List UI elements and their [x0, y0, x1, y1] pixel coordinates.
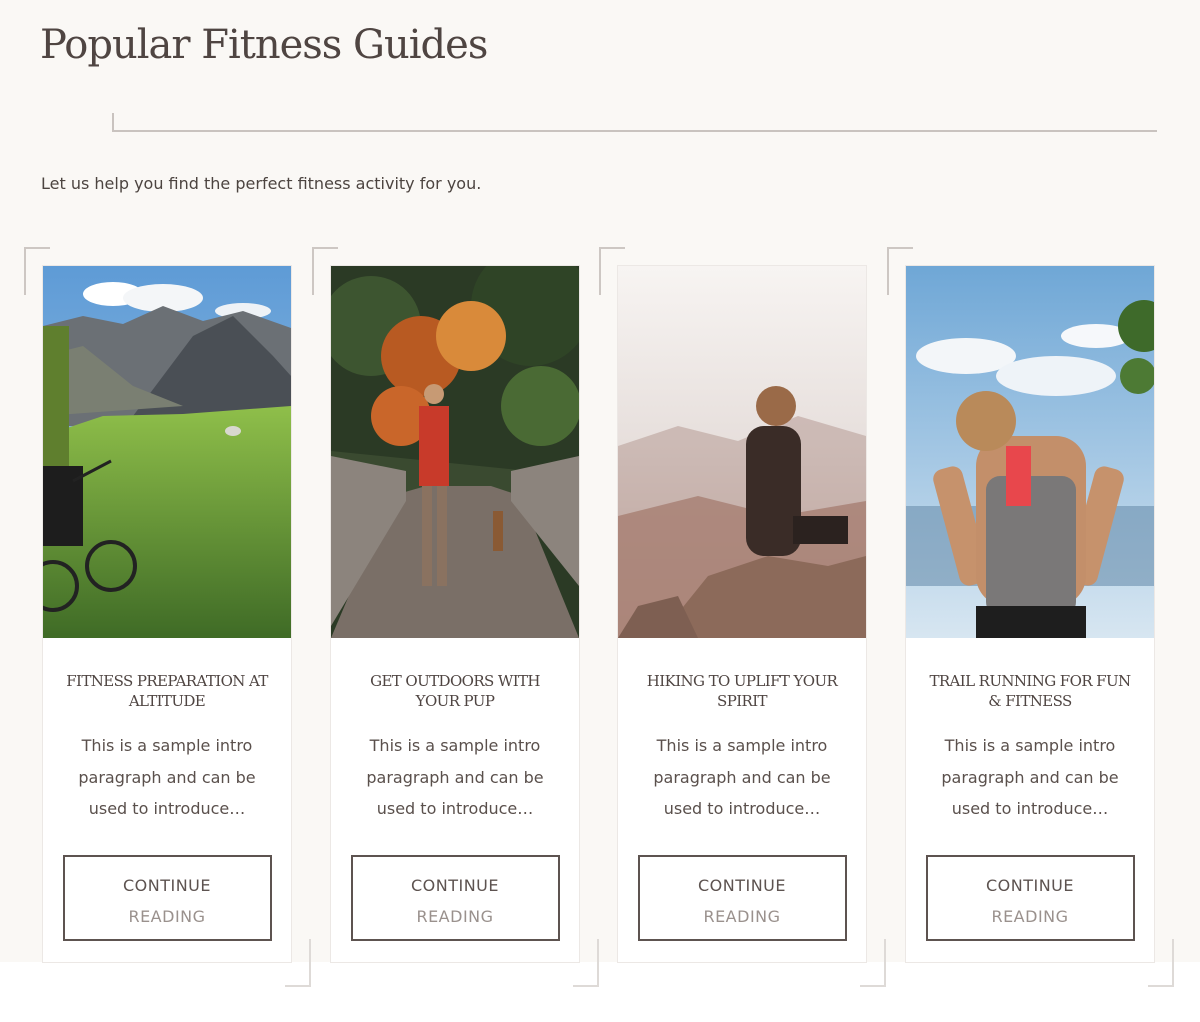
- page-title: Popular Fitness Guides: [40, 22, 488, 68]
- button-label: READING: [416, 906, 494, 926]
- button-label: CONTINUE: [410, 875, 499, 895]
- card-title[interactable]: TRAIL RUNNING FOR FUN & FITNESS: [926, 671, 1134, 711]
- title-divider: [112, 113, 1157, 132]
- guide-card: FITNESS PREPARATION AT ALTITUDE This is …: [42, 265, 292, 963]
- card-wrapper: FITNESS PREPARATION AT ALTITUDE This is …: [24, 247, 311, 987]
- card-wrapper: TRAIL RUNNING FOR FUN & FITNESS This is …: [887, 247, 1174, 987]
- card-wrapper: GET OUTDOORS WITH YOUR PUP This is a sam…: [312, 247, 599, 987]
- card-title[interactable]: GET OUTDOORS WITH YOUR PUP: [351, 671, 559, 711]
- continue-reading-button[interactable]: CONTINUE READING: [350, 854, 560, 941]
- card-image-trail-runner[interactable]: [906, 266, 1154, 638]
- continue-reading-button[interactable]: CONTINUE READING: [637, 854, 847, 941]
- card-excerpt: This is a sample intro paragraph and can…: [653, 736, 831, 818]
- continue-reading-button[interactable]: CONTINUE READING: [62, 854, 272, 941]
- card-excerpt: This is a sample intro paragraph and can…: [941, 736, 1119, 818]
- card-wrapper: HIKING TO UPLIFT YOUR SPIRIT This is a s…: [599, 247, 886, 987]
- card-excerpt: This is a sample intro paragraph and can…: [78, 736, 256, 818]
- page-intro: Let us help you find the perfect fitness…: [41, 174, 482, 193]
- button-label: CONTINUE: [122, 875, 211, 895]
- guide-card: GET OUTDOORS WITH YOUR PUP This is a sam…: [330, 265, 580, 963]
- guide-card: TRAIL RUNNING FOR FUN & FITNESS This is …: [905, 265, 1155, 963]
- card-title[interactable]: FITNESS PREPARATION AT ALTITUDE: [63, 671, 271, 711]
- card-title[interactable]: HIKING TO UPLIFT YOUR SPIRIT: [638, 671, 846, 711]
- card-excerpt: This is a sample intro paragraph and can…: [366, 736, 544, 818]
- button-label: READING: [128, 906, 206, 926]
- card-image-forest-boardwalk[interactable]: [331, 266, 579, 638]
- card-image-rock-overlook[interactable]: [618, 266, 866, 638]
- button-label: CONTINUE: [985, 875, 1074, 895]
- button-label: CONTINUE: [697, 875, 786, 895]
- button-label: READING: [991, 906, 1069, 926]
- continue-reading-button[interactable]: CONTINUE READING: [925, 854, 1135, 941]
- card-image-mountain-biker[interactable]: [43, 266, 291, 638]
- guide-card: HIKING TO UPLIFT YOUR SPIRIT This is a s…: [617, 265, 867, 963]
- button-label: READING: [703, 906, 781, 926]
